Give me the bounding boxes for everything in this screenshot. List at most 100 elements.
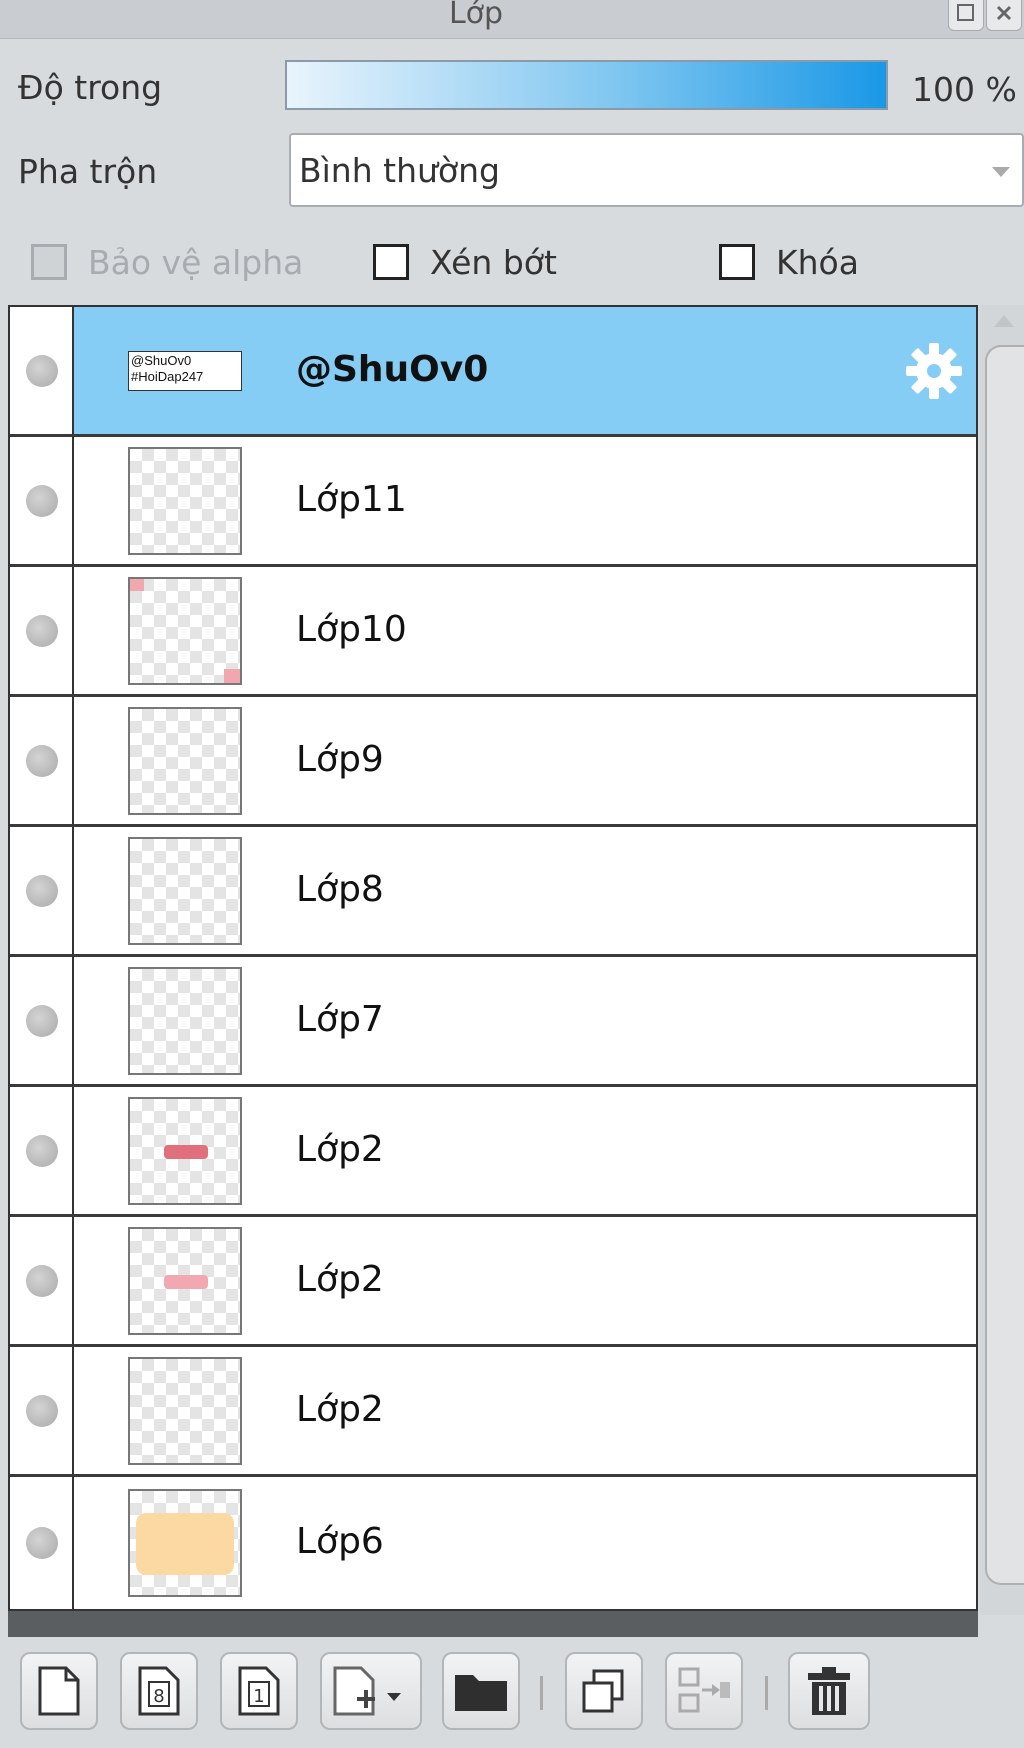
visibility-dot-icon [26,874,58,907]
thumbnail-text: #HoiDap247 [131,368,204,384]
visibility-toggle[interactable] [10,1347,74,1474]
visibility-dot-icon [26,614,58,647]
undock-button[interactable] [948,0,984,31]
visibility-toggle[interactable] [10,567,74,694]
new-layer-icon [38,1666,80,1716]
visibility-toggle[interactable] [10,697,74,824]
layer-thumbnail [128,1096,242,1205]
layer-row[interactable]: Lớp8 [10,827,976,957]
thumbnail-mark [130,578,144,591]
close-button[interactable] [986,0,1022,31]
layer-name: Lớp11 [296,478,407,520]
visibility-dot-icon [26,1394,58,1427]
visibility-dot-icon [26,1004,58,1037]
layer-row[interactable]: Lớp7 [10,957,976,1087]
clipping-checkbox[interactable] [373,244,409,280]
thumbnail-text: @ShuOv0 [131,352,192,368]
opacity-label: Độ trong [18,68,163,107]
scroll-up-icon[interactable] [994,315,1014,327]
new-1bit-layer-button[interactable]: 1 [220,1652,298,1730]
scrollbar-thumb[interactable] [985,345,1024,1585]
layer-thumbnail [128,576,242,685]
svg-text:8: 8 [153,1686,164,1707]
duplicate-layer-icon [582,1669,624,1713]
thumbnail-mark [164,1274,208,1289]
layer-list: @ShuOv0 #HoiDap247 @ShuOv0 Lớp11 Lớp10 L… [8,305,978,1611]
panel-title: Lớp [448,0,504,31]
layer-row[interactable]: Lớp9 [10,697,976,827]
new-8bit-layer-button[interactable]: 8 [120,1652,198,1730]
delete-layer-button[interactable] [788,1652,870,1730]
layer-row[interactable]: Lớp2 [10,1217,976,1347]
protect-alpha-checkbox[interactable] [31,244,67,280]
merge-down-button[interactable] [665,1652,743,1730]
svg-text:1: 1 [253,1686,264,1707]
layer-thumbnail [128,706,242,815]
new-folder-button[interactable] [442,1652,520,1730]
layer-row[interactable]: Lớp11 [10,437,976,567]
layer-thumbnail [128,966,242,1075]
layer-row[interactable]: @ShuOv0 #HoiDap247 @ShuOv0 [10,307,976,437]
lock-checkbox[interactable] [719,244,755,280]
visibility-toggle[interactable] [10,1087,74,1214]
visibility-toggle[interactable] [10,437,74,564]
lock-label: Khóa [776,243,859,282]
opacity-value: 100 % [912,70,1017,109]
new-layer-button[interactable] [20,1652,98,1730]
visibility-toggle[interactable] [10,1477,74,1609]
merge-down-icon [678,1667,730,1713]
panel-titlebar: Lớp [0,0,1024,39]
visibility-dot-icon [26,1264,58,1297]
layer-row[interactable]: Lớp10 [10,567,976,697]
layer-name: Lớp2 [296,1388,384,1430]
duplicate-layer-button[interactable] [565,1652,643,1730]
layer-name: Lớp9 [296,738,384,780]
layer-thumbnail: @ShuOv0 #HoiDap247 [128,350,242,391]
visibility-dot-icon [26,1134,58,1167]
visibility-toggle[interactable] [10,957,74,1084]
layer-row[interactable]: Lớp2 [10,1087,976,1217]
folder-icon [455,1675,507,1711]
add-layer-dropdown-button[interactable] [320,1652,422,1730]
layer-name: @ShuOv0 [296,348,489,390]
visibility-toggle[interactable] [10,307,74,434]
visibility-toggle[interactable] [10,1217,74,1344]
list-bottom-border [8,1611,978,1637]
visibility-dot-icon [26,484,58,517]
toolbar-separator [765,1676,768,1710]
clipping-label: Xén bớt [430,243,557,282]
visibility-dot-icon [26,354,58,387]
layer-name: Lớp10 [296,608,407,650]
trash-icon [808,1667,850,1715]
layer-scrollbar[interactable] [980,305,1024,1615]
layer-name: Lớp8 [296,868,384,910]
layer-row[interactable]: Lớp2 [10,1347,976,1477]
layer-name: Lớp7 [296,998,384,1040]
add-layer-dropdown-icon [333,1666,401,1716]
blend-mode-value: Bình thường [299,151,500,190]
new-1bit-layer-icon: 1 [238,1666,280,1716]
toolbar-separator [540,1676,543,1710]
chevron-down-icon [992,167,1010,177]
visibility-toggle[interactable] [10,827,74,954]
layer-name: Lớp2 [296,1128,384,1170]
layer-thumbnail [128,446,242,555]
gear-icon[interactable] [902,339,966,403]
visibility-dot-icon [26,744,58,777]
protect-alpha-label: Bảo vệ alpha [88,243,304,282]
visibility-dot-icon [26,1527,58,1559]
layer-thumbnail [128,836,242,945]
thumbnail-mark [164,1144,208,1159]
thumbnail-mark [224,668,240,683]
layer-name: Lớp6 [296,1521,384,1562]
opacity-slider[interactable] [285,60,888,110]
thumbnail-mark [136,1513,234,1575]
undock-icon [957,4,974,21]
layer-name: Lớp2 [296,1258,384,1300]
layer-row[interactable]: Lớp6 [10,1477,976,1609]
layer-thumbnail [128,1226,242,1335]
layer-thumbnail [128,1356,242,1465]
new-8bit-layer-icon: 8 [138,1666,180,1716]
blend-mode-select[interactable]: Bình thường [289,133,1024,207]
blend-label: Pha trộn [18,152,158,191]
